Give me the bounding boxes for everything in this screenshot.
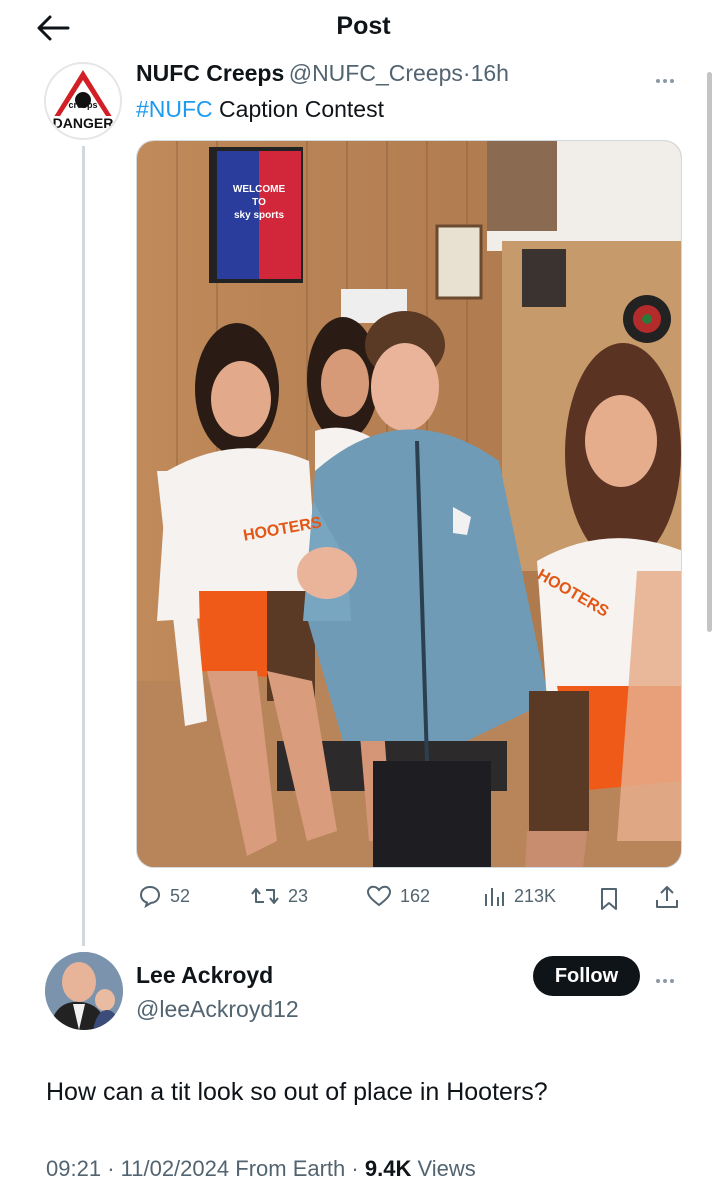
avatar[interactable]: creeps DANGER [44,62,122,140]
more-options-button[interactable] [656,970,686,986]
views-button[interactable]: 213K [482,884,556,908]
tweet-text: #NUFC Caption Contest [136,96,384,123]
tv-line: TO [252,197,266,208]
tweet-header: NUFC Creeps @NUFC_Creeps·16h [136,60,509,87]
more-options-button[interactable] [656,70,686,86]
post-views-label: Views [417,1156,476,1181]
tv-screen: WELCOME TO sky sports [221,183,297,222]
bookmark-icon [601,888,617,910]
tweet-photo[interactable]: WELCOME TO sky sports HOOTERS HOOTERS [136,140,682,868]
analytics-icon [485,888,504,906]
reply-author-name[interactable]: Lee Ackroyd [136,962,273,989]
post-views-count[interactable]: 9.4K [365,1156,411,1181]
post-meta: 09:21 · 11/02/2024 From Earth · 9.4K Vie… [46,1156,476,1182]
photo-illustration [137,141,681,867]
reply-count: 52 [170,885,191,906]
avatar-top-text: creeps [68,100,98,110]
tv-line: sky sports [233,210,285,221]
more-dots-icon [656,79,660,83]
author-handle[interactable]: @NUFC_Creeps [289,60,463,86]
post-time[interactable]: 09:21 [46,1156,101,1181]
separator: · [351,1156,359,1181]
like-count: 162 [400,885,431,906]
reply-text: How can a tit look so out of place in Ho… [46,1078,548,1106]
avatar[interactable] [45,952,123,1030]
post-source: From Earth [235,1156,346,1181]
retweet-count: 23 [288,885,309,906]
user-photo-icon [45,952,123,1030]
reply-author-handle[interactable]: @leeAckroyd12 [136,996,299,1023]
hashtag-link[interactable]: #NUFC [136,96,213,122]
bookmark-button[interactable] [598,886,620,912]
tweet-text-body: Caption Contest [212,96,384,122]
like-button[interactable]: 162 [366,884,430,908]
avatar-bottom-text: DANGER [52,115,114,131]
scrollbar[interactable] [707,72,712,632]
reply-button[interactable]: 52 [138,884,190,908]
heart-icon [366,885,392,907]
follow-button[interactable]: Follow [533,956,640,996]
separator: · [462,60,471,86]
tv-line: WELCOME [232,184,286,195]
author-name[interactable]: NUFC Creeps [136,60,284,86]
thread-line [82,146,85,946]
views-count: 213K [514,885,557,906]
page-title: Post [336,12,391,40]
timestamp[interactable]: 16h [471,60,509,86]
more-dots-icon [656,979,660,983]
share-icon [656,886,678,908]
post-date[interactable]: 11/02/2024 [121,1156,229,1181]
separator: · [107,1156,115,1181]
retweet-icon [251,888,279,904]
comment-icon [139,885,161,908]
retweet-button[interactable]: 23 [250,884,308,908]
share-button[interactable] [654,884,680,910]
